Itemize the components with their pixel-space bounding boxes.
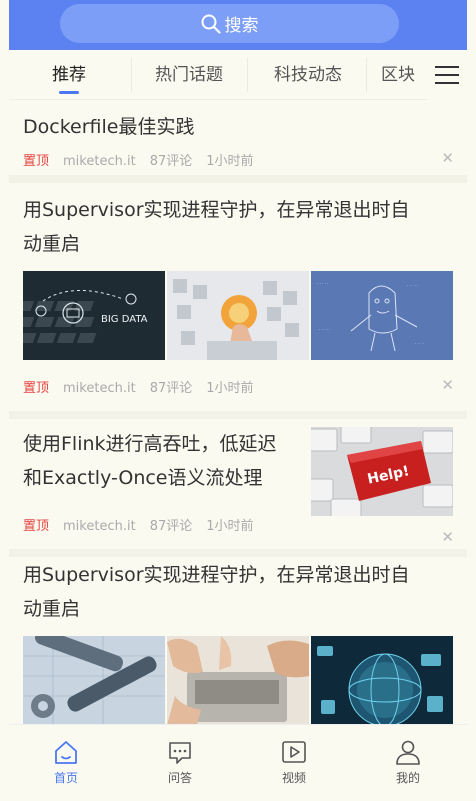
article-source: miketech.it <box>63 154 136 169</box>
article-item[interactable]: Dockerfile最佳实践 置顶 miketech.it 87评论 1小时前 ✕ <box>9 101 467 175</box>
search-label: 搜索 <box>224 16 259 36</box>
tab-label: 区块 <box>381 65 415 85</box>
article-time: 1小时前 <box>206 519 254 534</box>
nav-qa[interactable]: 问答 <box>123 725 237 791</box>
search-bar[interactable]: 搜索 <box>60 4 399 43</box>
thumbnail-image <box>167 636 309 725</box>
article-title-line: 动重启 <box>23 598 81 620</box>
nav-video[interactable]: 视频 <box>237 725 351 791</box>
tab-tech-news[interactable]: 科技动态 <box>249 50 367 100</box>
tab-divider <box>366 58 367 92</box>
article-item[interactable]: 使用Flink进行高吞吐，低延迟 和Exactly-Once语义流处理 Help… <box>9 419 467 549</box>
article-comments: 87评论 <box>149 519 193 534</box>
article-time: 1小时前 <box>206 381 254 396</box>
tab-label: 推荐 <box>52 65 86 85</box>
article-source: miketech.it <box>63 519 136 534</box>
search-icon <box>201 14 221 34</box>
bottom-navigation: 首页 问答 视频 我的 <box>9 724 467 790</box>
nav-label: 问答 <box>167 771 192 785</box>
article-title: 使用Flink进行高吞吐，低延迟 和Exactly-Once语义流处理 <box>23 427 277 495</box>
nav-home[interactable]: 首页 <box>9 725 123 791</box>
category-tabs: 推荐 热门话题 科技动态 区块 <box>9 50 467 100</box>
nav-label: 首页 <box>53 771 78 785</box>
divider <box>9 175 467 183</box>
article-title-line: 用Supervisor实现进程守护，在异常退出时自 <box>23 199 410 221</box>
tab-active-indicator <box>59 91 79 94</box>
pinned-badge: 置顶 <box>23 381 50 396</box>
nav-profile[interactable]: 我的 <box>351 725 465 791</box>
article-meta: 置顶 miketech.it 87评论 1小时前 <box>23 377 254 396</box>
menu-icon[interactable] <box>427 50 467 100</box>
article-title-line: 动重启 <box>23 233 81 255</box>
thumbnail-image <box>311 636 453 725</box>
article-title-line: 和Exactly-Once语义流处理 <box>23 467 263 489</box>
svg-text:· · · · ·: · · · · · <box>319 327 330 332</box>
article-source: miketech.it <box>63 381 136 396</box>
article-title-line: 使用Flink进行高吞吐，低延迟 <box>23 433 277 455</box>
thumbnail-image <box>167 271 309 360</box>
nav-label: 我的 <box>395 771 420 785</box>
article-title: 用Supervisor实现进程守护，在异常退出时自 动重启 <box>23 558 410 626</box>
article-comments: 87评论 <box>149 154 193 169</box>
dismiss-icon[interactable]: ✕ <box>441 528 454 546</box>
tab-label: 热门话题 <box>155 65 223 85</box>
pinned-badge: 置顶 <box>23 519 50 534</box>
svg-text:· · · · ·: · · · · · <box>407 283 418 288</box>
tab-label: 科技动态 <box>274 65 342 85</box>
user-icon <box>396 740 420 765</box>
app-header: 搜索 <box>9 0 467 50</box>
dismiss-icon[interactable]: ✕ <box>441 149 454 167</box>
article-item[interactable]: 用Supervisor实现进程守护，在异常退出时自 动重启 <box>9 557 467 727</box>
article-time: 1小时前 <box>206 154 254 169</box>
tab-divider <box>131 58 132 92</box>
article-meta: 置顶 miketech.it 87评论 1小时前 <box>23 150 254 169</box>
article-item[interactable]: 用Supervisor实现进程守护，在异常退出时自 动重启 BIG DATA ·… <box>9 183 467 411</box>
article-meta: 置顶 miketech.it 87评论 1小时前 <box>23 515 254 534</box>
thumbnail-image <box>23 636 165 725</box>
tab-hot-topics[interactable]: 热门话题 <box>133 50 245 100</box>
article-title: Dockerfile最佳实践 <box>23 116 195 138</box>
tab-blockchain[interactable]: 区块 <box>370 50 426 100</box>
home-icon <box>55 741 77 764</box>
svg-text:· · · ·: · · · · <box>415 341 424 346</box>
svg-text:· · · · ·: · · · · · <box>317 281 328 286</box>
article-title-line: 用Supervisor实现进程守护，在异常退出时自 <box>23 564 410 586</box>
article-title: 用Supervisor实现进程守护，在异常退出时自 动重启 <box>23 193 410 261</box>
thumbnail-image: BIG DATA <box>23 271 165 360</box>
nav-label: 视频 <box>281 771 306 785</box>
thumbnail-caption: BIG DATA <box>101 314 148 325</box>
tab-recommend[interactable]: 推荐 <box>23 50 115 100</box>
tab-divider <box>247 58 248 92</box>
thumbnail-image: · · · · · · · · · · · · · · · · · · · <box>311 271 453 360</box>
video-icon <box>282 741 306 763</box>
dismiss-icon[interactable]: ✕ <box>441 376 454 394</box>
thumbnail-image: Help! <box>311 427 453 516</box>
article-comments: 87评论 <box>149 381 193 396</box>
pinned-badge: 置顶 <box>23 154 50 169</box>
chat-icon <box>169 742 191 764</box>
divider <box>9 411 467 419</box>
divider <box>9 549 467 557</box>
